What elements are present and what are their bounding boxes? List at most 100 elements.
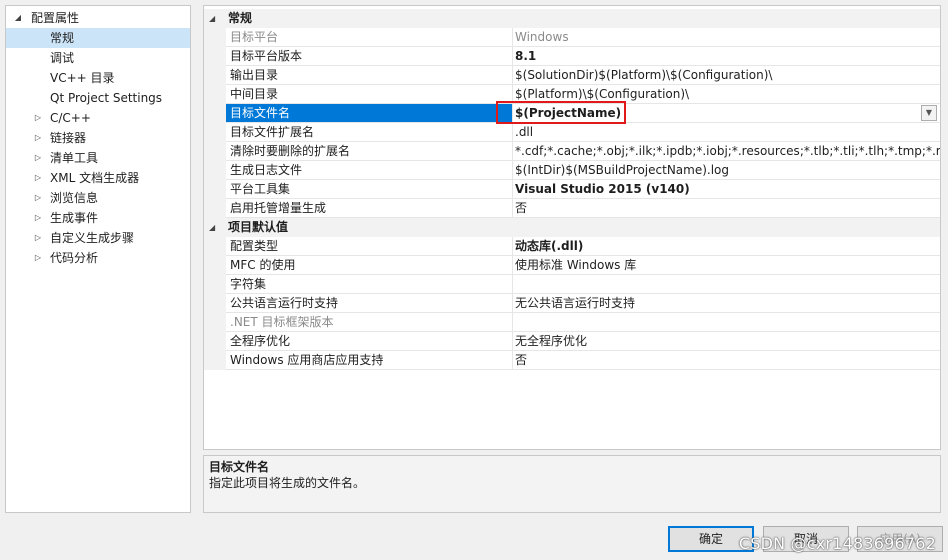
property-value[interactable]: $(Platform)\$(Configuration)\: [513, 85, 940, 104]
expand-arrow-icon[interactable]: ▷: [32, 108, 44, 128]
property-value-text: *.cdf;*.cache;*.obj;*.ilk;*.ipdb;*.iobj;…: [515, 144, 940, 158]
tree-item-label: 浏览信息: [50, 191, 99, 205]
tree-item[interactable]: Qt Project Settings: [6, 88, 190, 108]
property-name[interactable]: 输出目录: [226, 66, 513, 85]
property-row[interactable]: MFC 的使用 使用标准 Windows 库: [204, 256, 940, 275]
expand-arrow-icon[interactable]: ▷: [32, 228, 44, 248]
tree-item-label: C/C++: [50, 111, 91, 125]
property-value-text: 否: [515, 201, 528, 215]
property-row[interactable]: 目标平台版本 8.1: [204, 47, 940, 66]
property-name[interactable]: 目标文件名: [226, 104, 513, 123]
property-name[interactable]: 目标平台版本: [226, 47, 513, 66]
property-value[interactable]: $(ProjectName) ▼: [513, 104, 940, 123]
property-name[interactable]: .NET 目标框架版本: [226, 313, 513, 332]
tree-item[interactable]: ▷ C/C++: [6, 108, 190, 128]
expand-arrow-icon[interactable]: ▷: [32, 168, 44, 188]
property-row[interactable]: 目标文件扩展名 .dll: [204, 123, 940, 142]
tree-item[interactable]: 常规: [6, 28, 190, 48]
property-row[interactable]: 生成日志文件 $(IntDir)$(MSBuildProjectName).log: [204, 161, 940, 180]
expand-arrow-icon[interactable]: ▷: [32, 148, 44, 168]
tree-item[interactable]: 调试: [6, 48, 190, 68]
property-value-text: 8.1: [515, 49, 537, 63]
tree-item[interactable]: VC++ 目录: [6, 68, 190, 88]
expand-arrow-icon[interactable]: ▷: [32, 208, 44, 228]
property-row[interactable]: 中间目录 $(Platform)\$(Configuration)\: [204, 85, 940, 104]
property-row[interactable]: 平台工具集 Visual Studio 2015 (v140): [204, 180, 940, 199]
row-gutter: [204, 142, 226, 161]
row-gutter: [204, 275, 226, 294]
tree-item[interactable]: ▷ 代码分析: [6, 248, 190, 268]
property-value[interactable]: $(SolutionDir)$(Platform)\$(Configuratio…: [513, 66, 940, 85]
property-row[interactable]: 字符集: [204, 275, 940, 294]
property-value[interactable]: Visual Studio 2015 (v140): [513, 180, 940, 199]
row-gutter: [204, 237, 226, 256]
property-name[interactable]: 全程序优化: [226, 332, 513, 351]
property-value[interactable]: .dll: [513, 123, 940, 142]
property-name[interactable]: 清除时要删除的扩展名: [226, 142, 513, 161]
row-gutter: [204, 180, 226, 199]
property-row[interactable]: 目标文件名 $(ProjectName) ▼: [204, 104, 940, 123]
property-name[interactable]: 平台工具集: [226, 180, 513, 199]
property-name[interactable]: 字符集: [226, 275, 513, 294]
category-label: 项目默认值: [228, 220, 289, 234]
property-name[interactable]: 配置类型: [226, 237, 513, 256]
property-value-text: 使用标准 Windows 库: [515, 258, 637, 272]
dropdown-chevron-icon[interactable]: ▼: [921, 105, 937, 121]
property-value[interactable]: [513, 275, 940, 294]
property-value[interactable]: 否: [513, 199, 940, 218]
property-value[interactable]: 使用标准 Windows 库: [513, 256, 940, 275]
tree-item[interactable]: ▷ 生成事件: [6, 208, 190, 228]
tree-item[interactable]: ▷ XML 文档生成器: [6, 168, 190, 188]
tree-item[interactable]: ▷ 清单工具: [6, 148, 190, 168]
property-value-text: $(IntDir)$(MSBuildProjectName).log: [515, 163, 730, 177]
property-row[interactable]: 清除时要删除的扩展名 *.cdf;*.cache;*.obj;*.ilk;*.ip…: [204, 142, 940, 161]
property-row[interactable]: .NET 目标框架版本: [204, 313, 940, 332]
property-name[interactable]: 生成日志文件: [226, 161, 513, 180]
property-row[interactable]: 全程序优化 无全程序优化: [204, 332, 940, 351]
expanded-arrow-icon[interactable]: ◢: [12, 8, 24, 28]
property-value-text: Visual Studio 2015 (v140): [515, 182, 690, 196]
property-row[interactable]: 目标平台 Windows: [204, 28, 940, 47]
property-row[interactable]: 公共语言运行时支持 无公共语言运行时支持: [204, 294, 940, 313]
collapse-arrow-icon[interactable]: ◢: [209, 218, 215, 237]
tree-item-label: 自定义生成步骤: [50, 231, 135, 245]
property-value[interactable]: 无全程序优化: [513, 332, 940, 351]
property-value[interactable]: *.cdf;*.cache;*.obj;*.ilk;*.ipdb;*.iobj;…: [513, 142, 940, 161]
property-name[interactable]: Windows 应用商店应用支持: [226, 351, 513, 370]
property-name[interactable]: 启用托管增量生成: [226, 199, 513, 218]
property-value[interactable]: 8.1: [513, 47, 940, 66]
property-row[interactable]: 输出目录 $(SolutionDir)$(Platform)\$(Configur…: [204, 66, 940, 85]
property-name[interactable]: 目标文件扩展名: [226, 123, 513, 142]
row-gutter: [204, 256, 226, 275]
category-header[interactable]: ◢ 常规: [204, 9, 940, 28]
property-value[interactable]: 无公共语言运行时支持: [513, 294, 940, 313]
tree-item-label: Qt Project Settings: [50, 91, 163, 105]
property-name[interactable]: MFC 的使用: [226, 256, 513, 275]
tree-item[interactable]: ▷ 自定义生成步骤: [6, 228, 190, 248]
property-value[interactable]: 否: [513, 351, 940, 370]
expand-arrow-icon[interactable]: ▷: [32, 188, 44, 208]
collapse-arrow-icon[interactable]: ◢: [209, 9, 215, 28]
property-name[interactable]: 公共语言运行时支持: [226, 294, 513, 313]
expand-arrow-icon[interactable]: ▷: [32, 128, 44, 148]
tree-item-label: XML 文档生成器: [50, 171, 140, 185]
property-name[interactable]: 目标平台: [226, 28, 513, 47]
property-value[interactable]: [513, 313, 940, 332]
tree-item-label: VC++ 目录: [50, 71, 115, 85]
property-value[interactable]: $(IntDir)$(MSBuildProjectName).log: [513, 161, 940, 180]
tree-item[interactable]: ▷ 链接器: [6, 128, 190, 148]
property-name[interactable]: 中间目录: [226, 85, 513, 104]
category-header[interactable]: ◢ 项目默认值: [204, 218, 940, 237]
property-value[interactable]: 动态库(.dll): [513, 237, 940, 256]
category-label: 常规: [228, 11, 253, 25]
property-row[interactable]: Windows 应用商店应用支持否: [204, 351, 940, 370]
property-row[interactable]: 启用托管增量生成否: [204, 199, 940, 218]
row-gutter: [204, 199, 226, 218]
expand-arrow-icon[interactable]: ▷: [32, 248, 44, 268]
property-value-text: 无公共语言运行时支持: [515, 296, 636, 310]
tree-item[interactable]: ▷ 浏览信息: [6, 188, 190, 208]
property-value[interactable]: Windows: [513, 28, 940, 47]
property-row[interactable]: 配置类型 动态库(.dll): [204, 237, 940, 256]
tree-root-config-properties[interactable]: ◢ 配置属性: [6, 8, 190, 28]
property-value-text: $(Platform)\$(Configuration)\: [515, 87, 690, 101]
